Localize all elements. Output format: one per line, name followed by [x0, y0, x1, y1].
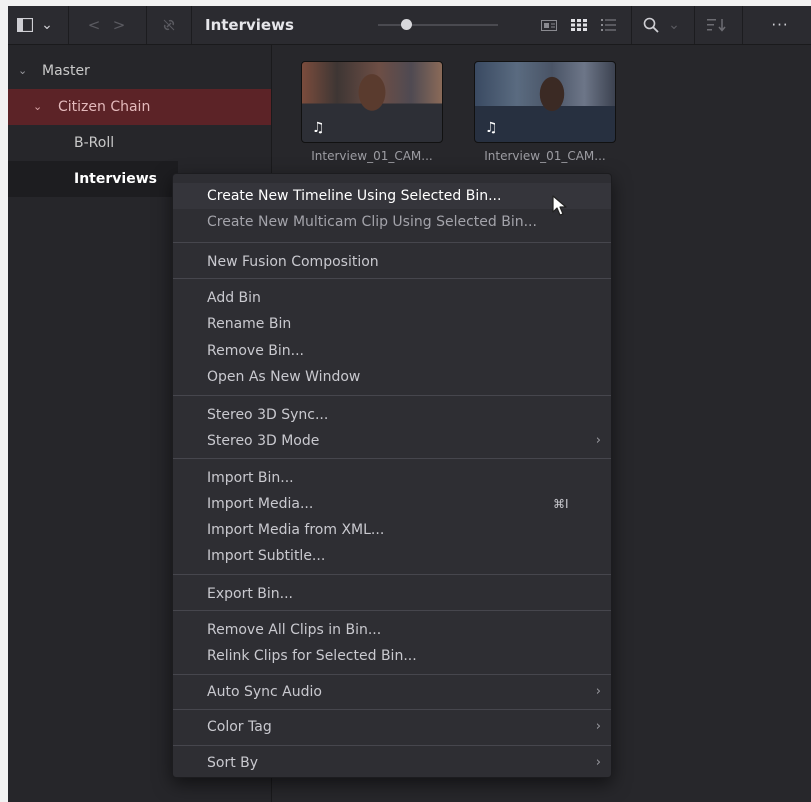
menu-item-export-bin[interactable]: Export Bin...: [173, 581, 611, 607]
sidebar-item-label: Citizen Chain: [58, 99, 151, 115]
sidebar-item-master[interactable]: ⌄ Master: [8, 53, 271, 89]
menu-divider: [173, 458, 611, 459]
menu-item-label: New Fusion Composition: [207, 254, 379, 270]
menu-item-label: Auto Sync Audio: [207, 684, 322, 700]
sidebar-item-citizen-chain[interactable]: ⌄ Citizen Chain: [8, 89, 271, 125]
menu-item-label: Relink Clips for Selected Bin...: [207, 648, 417, 664]
music-note-icon: ♫: [485, 120, 498, 136]
menu-item-create-timeline[interactable]: Create New Timeline Using Selected Bin..…: [173, 183, 611, 209]
thumbnail-size-slider[interactable]: [378, 24, 498, 26]
menu-item-remove-all-clips[interactable]: Remove All Clips in Bin...: [173, 617, 611, 643]
menu-item-label: Create New Timeline Using Selected Bin..…: [207, 188, 502, 204]
metadata-view-icon[interactable]: [538, 6, 560, 44]
list-view-icon[interactable]: [597, 6, 619, 44]
menu-divider: [173, 278, 611, 279]
clip-thumbnail[interactable]: ♫ Interview_01_CAM...: [301, 61, 443, 163]
chevron-down-icon[interactable]: ⌄: [666, 6, 682, 44]
menu-divider: [173, 745, 611, 746]
clip-preview-image: ♫: [301, 61, 443, 143]
menu-divider: [173, 395, 611, 396]
menu-item-auto-sync-audio[interactable]: Auto Sync Audio ›: [173, 679, 611, 705]
menu-item-label: Color Tag: [207, 719, 272, 735]
menu-divider: [173, 674, 611, 675]
sort-icon[interactable]: [705, 6, 729, 44]
search-icon[interactable]: [640, 6, 662, 44]
chevron-down-icon[interactable]: ⌄: [33, 89, 42, 125]
menu-item-add-bin[interactable]: Add Bin: [173, 285, 611, 311]
menu-item-label: Remove Bin...: [207, 343, 304, 359]
menu-item-import-subtitle[interactable]: Import Subtitle...: [173, 543, 611, 569]
link-icon[interactable]: [158, 6, 180, 44]
sidebar-item-label: B-Roll: [74, 135, 115, 151]
menu-item-label: Open As New Window: [207, 369, 361, 385]
media-pool-toolbar: ⌄ < > Interviews ⌄ ···: [8, 6, 811, 45]
clip-preview-image: ♫: [474, 61, 616, 143]
back-icon[interactable]: <: [86, 6, 102, 44]
menu-item-label: Stereo 3D Mode: [207, 433, 320, 449]
music-note-icon: ♫: [312, 120, 325, 136]
sidebar-item-label: Interviews: [74, 171, 157, 187]
menu-item-label: Import Bin...: [207, 470, 294, 486]
menu-item-stereo-mode[interactable]: Stereo 3D Mode ›: [173, 428, 611, 454]
slider-knob[interactable]: [401, 19, 412, 30]
menu-divider: [173, 709, 611, 710]
bin-context-menu: Create New Timeline Using Selected Bin..…: [172, 173, 612, 778]
chevron-right-icon: ›: [595, 684, 601, 699]
menu-item-label: Stereo 3D Sync...: [207, 407, 329, 423]
sidebar-item-label: Master: [42, 63, 90, 79]
clip-thumbnail[interactable]: ♫ Interview_01_CAM...: [474, 61, 616, 163]
menu-item-label: Rename Bin: [207, 316, 292, 332]
menu-item-rename-bin[interactable]: Rename Bin: [173, 311, 611, 337]
menu-item-color-tag[interactable]: Color Tag ›: [173, 714, 611, 740]
media-pool-window: ⌄ < > Interviews ⌄ ··· ⌄ Master ⌄ Citize…: [8, 6, 811, 802]
chevron-right-icon: ›: [595, 755, 601, 770]
menu-item-sort-by[interactable]: Sort By ›: [173, 750, 611, 776]
chevron-down-icon[interactable]: ⌄: [38, 6, 56, 44]
menu-item-label: Import Subtitle...: [207, 548, 326, 564]
menu-item-label: Create New Multicam Clip Using Selected …: [207, 214, 537, 230]
menu-divider: [173, 610, 611, 611]
menu-item-label: Sort By: [207, 755, 259, 771]
sidebar-item-interviews[interactable]: Interviews: [8, 161, 178, 197]
menu-item-label: Import Media from XML...: [207, 522, 385, 538]
menu-item-remove-bin[interactable]: Remove Bin...: [173, 338, 611, 364]
menu-item-label: Add Bin: [207, 290, 261, 306]
menu-item-import-xml[interactable]: Import Media from XML...: [173, 517, 611, 543]
bin-title: Interviews: [205, 16, 294, 34]
menu-item-stereo-sync[interactable]: Stereo 3D Sync...: [173, 402, 611, 428]
sidebar-panel-icon[interactable]: [14, 6, 36, 44]
menu-item-new-fusion[interactable]: New Fusion Composition: [173, 249, 611, 275]
keyboard-shortcut: ⌘I: [553, 497, 569, 511]
chevron-right-icon: ›: [595, 433, 601, 448]
forward-icon[interactable]: >: [111, 6, 127, 44]
mouse-pointer-icon: [552, 195, 567, 216]
more-icon[interactable]: ···: [760, 6, 800, 44]
menu-divider: [173, 574, 611, 575]
menu-item-label: Import Media...: [207, 496, 314, 512]
thumbnail-view-icon[interactable]: [568, 6, 590, 44]
chevron-down-icon[interactable]: ⌄: [18, 53, 27, 89]
chevron-right-icon: ›: [595, 719, 601, 734]
menu-item-relink-clips[interactable]: Relink Clips for Selected Bin...: [173, 643, 611, 669]
menu-item-create-multicam[interactable]: Create New Multicam Clip Using Selected …: [173, 209, 611, 235]
menu-item-open-new-window[interactable]: Open As New Window: [173, 364, 611, 390]
menu-item-label: Export Bin...: [207, 586, 293, 602]
clip-name: Interview_01_CAM...: [484, 149, 606, 163]
menu-divider: [173, 242, 611, 243]
menu-item-label: Remove All Clips in Bin...: [207, 622, 382, 638]
menu-item-import-bin[interactable]: Import Bin...: [173, 465, 611, 491]
sidebar-item-b-roll[interactable]: B-Roll: [8, 125, 271, 161]
clip-name: Interview_01_CAM...: [311, 149, 433, 163]
menu-item-import-media[interactable]: Import Media... ⌘I: [173, 491, 611, 517]
